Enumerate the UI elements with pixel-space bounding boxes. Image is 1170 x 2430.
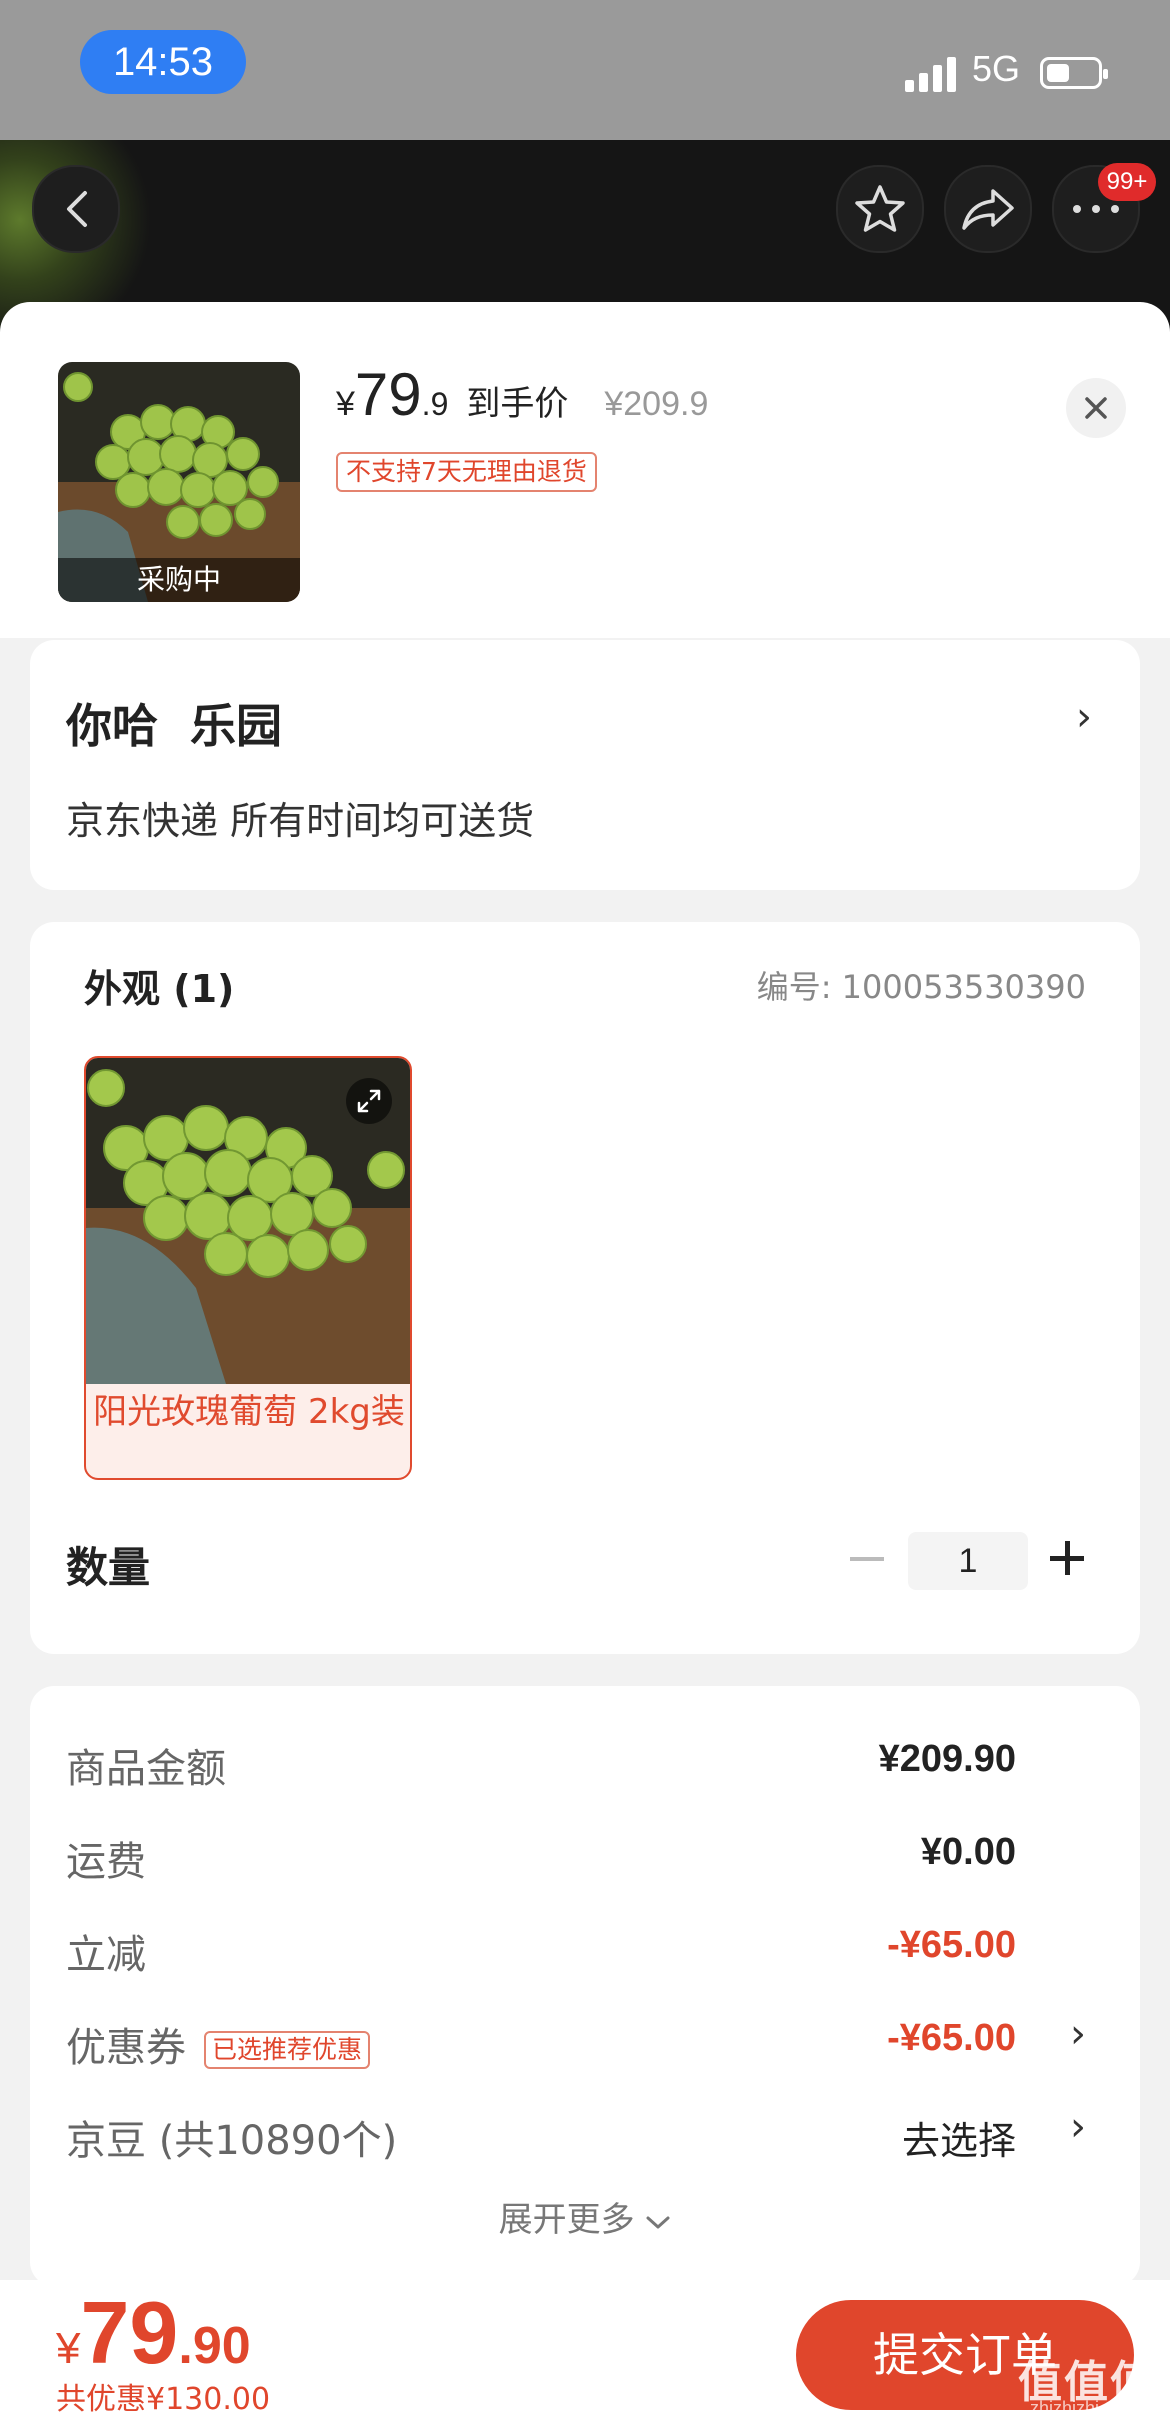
network-type: 5G [972, 48, 1021, 89]
coupon-label: 优惠券 [66, 2025, 186, 2071]
watermark-url: zhizhizhi.com [1030, 2398, 1139, 2418]
quantity-increase-button[interactable] [1048, 1536, 1088, 1580]
quantity-decrease-button[interactable] [850, 1538, 890, 1578]
jd-beans-value: 去选择 [901, 2119, 1016, 2163]
shipping-row: 运费 ¥0.00 [66, 1819, 1106, 1889]
price-tag: 到手价 [466, 384, 569, 424]
expand-more-button[interactable]: 展开更多 [30, 2192, 1140, 2241]
return-policy-tag: 不支持7天无理由退货 [336, 452, 597, 492]
back-icon [67, 191, 87, 227]
coupon-tag: 已选推荐优惠 [204, 2031, 371, 2069]
expand-icon[interactable] [346, 1078, 392, 1124]
coupon-row[interactable]: 优惠券 已选推荐优惠 -¥65.00 › [66, 2005, 1106, 2075]
items-amount-label: 商品金额 [66, 1746, 226, 1792]
expand-more-label: 展开更多 [498, 2200, 635, 2240]
shipping-value: ¥0.00 [920, 1831, 1016, 1873]
back-button[interactable] [32, 165, 120, 253]
product-thumbnail[interactable]: 采购中 [58, 362, 300, 602]
status-time: 14:53 [80, 30, 246, 94]
shipping-label: 运费 [66, 1839, 146, 1885]
purchasing-label: 采购中 [58, 558, 300, 602]
coupon-value: -¥65.00 [887, 2017, 1016, 2059]
price-currency: ¥ [336, 385, 355, 423]
share-icon [962, 189, 1014, 230]
spec-card: 外观 (1) 编号: 100053530390 阳光玫瑰葡萄 2kg装 数量 1 [30, 922, 1140, 1654]
recipient-name: 你哈 乐园 [66, 699, 283, 753]
discount-value: -¥65.00 [887, 1924, 1016, 1966]
jd-beans-row[interactable]: 京豆 (共10890个) 去选择 › [66, 2098, 1106, 2168]
discount-label: 立减 [66, 1932, 146, 1978]
variant-option[interactable]: 阳光玫瑰葡萄 2kg装 [84, 1056, 412, 1480]
chevron-right-icon: › [1070, 2011, 1086, 2057]
spec-title: 外观 (1) [84, 967, 235, 1011]
close-icon [1085, 397, 1107, 419]
address-card[interactable]: 你哈 乐园 京东快递 所有时间均可送货 › [30, 640, 1140, 890]
delivery-info: 京东快递 所有时间均可送货 [66, 799, 535, 843]
items-amount-value: ¥209.90 [878, 1738, 1016, 1780]
price-decimal: .9 [421, 386, 449, 422]
items-amount-row: 商品金额 ¥209.90 [66, 1726, 1106, 1796]
notification-badge: 99+ [1098, 163, 1156, 201]
battery-icon [1040, 57, 1108, 89]
price-integer: 79 [354, 361, 422, 428]
close-button[interactable] [1066, 378, 1126, 438]
total-integer: 79 [80, 2283, 179, 2382]
total-currency: ¥ [56, 2324, 81, 2373]
star-icon [855, 185, 905, 232]
total-decimal: .90 [178, 2317, 251, 2375]
coupon-label-wrap: 优惠券 已选推荐优惠 [66, 2015, 371, 2073]
status-bar: 14:53 5G [0, 0, 1170, 140]
total-price: ¥79.90 [56, 2282, 251, 2384]
chevron-down-icon [646, 2216, 670, 2229]
price-block: ¥79.9 到手价 ¥209.9 [336, 360, 708, 429]
signal-icon [905, 56, 957, 92]
cost-summary-card: 商品金额 ¥209.90 运费 ¥0.00 立减 -¥65.00 优惠券 已选推荐… [30, 1686, 1140, 2286]
share-button[interactable] [944, 165, 1032, 253]
discount-row: 立减 -¥65.00 [66, 1912, 1106, 1982]
total-saving: 共优惠¥130.00 [56, 2382, 271, 2417]
jd-beans-label: 京豆 (共10890个) [66, 2118, 398, 2164]
chevron-right-icon: › [1070, 2104, 1086, 2150]
quantity-input[interactable]: 1 [908, 1532, 1028, 1590]
chevron-right-icon: › [1076, 694, 1092, 740]
more-icon [1073, 205, 1119, 213]
variant-label: 阳光玫瑰葡萄 2kg装 [93, 1392, 405, 1432]
original-price: ¥209.9 [604, 385, 709, 423]
product-code: 编号: 100053530390 [756, 968, 1086, 1006]
quantity-label: 数量 [66, 1543, 151, 1592]
favorite-button[interactable] [836, 165, 924, 253]
